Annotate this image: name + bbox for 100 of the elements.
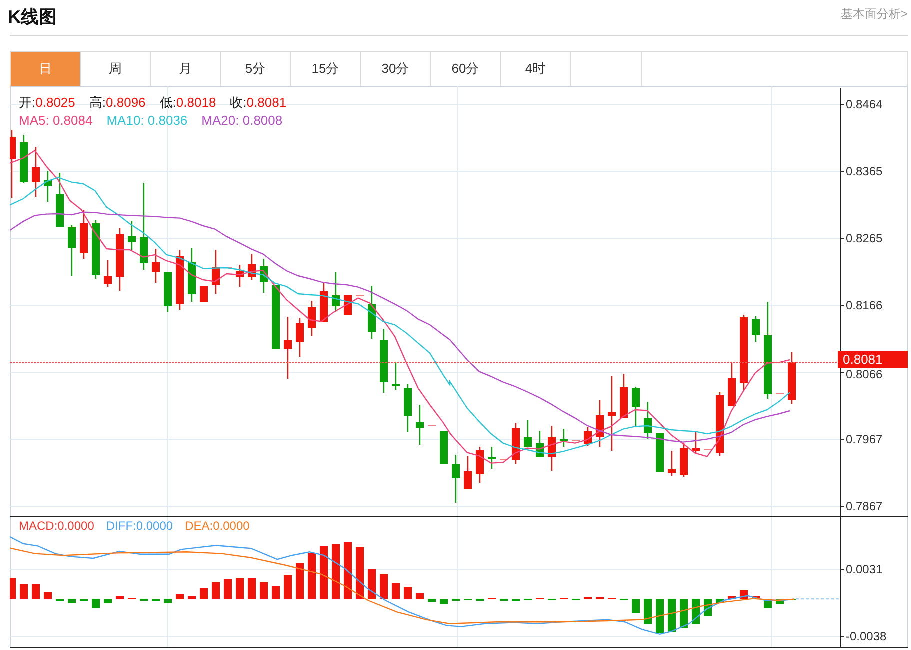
price-axis-label: 0.8365 <box>846 164 883 178</box>
macd-bar <box>584 597 592 600</box>
macd-bar <box>416 593 424 600</box>
candlestick <box>668 451 676 476</box>
candlestick <box>68 225 76 276</box>
candlestick <box>10 130 16 198</box>
candlestick <box>680 443 688 477</box>
macd-axis-label: 0.0031 <box>846 562 883 576</box>
macd-bar <box>236 578 244 600</box>
price-axis-label: 0.7967 <box>846 432 883 446</box>
macd-bar <box>308 553 316 600</box>
candlestick <box>200 286 208 302</box>
quote-label: 低: <box>160 95 176 110</box>
candlestick <box>512 423 520 464</box>
price-axis-label: 0.7867 <box>846 500 883 514</box>
candlestick <box>224 267 232 268</box>
quote-label: 高: <box>89 95 106 110</box>
macd-bar <box>728 596 736 600</box>
macd-legend-item: DIFF:0.0000 <box>106 518 174 534</box>
macd-bar <box>140 599 148 602</box>
current-price-label: 0.8081 <box>838 350 908 368</box>
macd-bar <box>152 599 160 602</box>
macd-bar <box>200 588 208 600</box>
candlestick <box>632 387 640 427</box>
candlestick <box>296 318 304 357</box>
candlestick <box>452 455 460 503</box>
candlestick <box>620 374 628 418</box>
candlestick <box>128 221 136 250</box>
macd-bar <box>476 599 484 602</box>
quote-label: 开: <box>19 95 36 110</box>
candlestick <box>716 392 724 456</box>
quote-label: 收: <box>230 95 247 110</box>
price-axis-label: 0.8265 <box>846 232 883 246</box>
macd-bar <box>452 599 460 602</box>
candlestick <box>152 249 160 283</box>
price-axis-label: 0.8066 <box>846 368 883 382</box>
candlestick <box>596 400 604 447</box>
macd-bar <box>296 563 304 600</box>
macd-bar <box>344 542 352 600</box>
zero-line <box>796 598 840 600</box>
macd-bar <box>176 594 184 600</box>
macd-bar <box>68 599 76 604</box>
candlestick <box>236 265 244 287</box>
macd-bar <box>404 587 412 600</box>
candlestick <box>428 425 436 426</box>
macd-bar <box>44 592 52 600</box>
candlestick <box>572 440 580 442</box>
candlestick <box>464 456 472 489</box>
macd-bar <box>716 599 724 604</box>
candlestick <box>320 283 328 322</box>
macd-bar <box>428 599 436 602</box>
macd-bar <box>104 599 112 604</box>
candlestick <box>20 135 28 183</box>
macd-bar <box>248 578 256 600</box>
macd-bar <box>272 586 280 600</box>
candlestick <box>308 301 316 336</box>
macd-bar <box>656 599 664 634</box>
candlestick <box>248 254 256 280</box>
macd-legend-item: MACD:0.0000 <box>19 518 94 534</box>
candlestick <box>284 317 292 379</box>
quote-value: 0.8018 <box>176 95 216 110</box>
macd-bar <box>224 579 232 600</box>
candlestick <box>104 260 112 287</box>
candlestick <box>440 431 448 464</box>
candlestick <box>728 363 736 406</box>
macd-bar <box>368 569 376 600</box>
candlestick <box>392 362 400 390</box>
candlestick <box>584 427 592 446</box>
macd-bar <box>644 599 652 624</box>
candlestick <box>188 248 196 302</box>
quote-value: 0.8081 <box>246 95 287 110</box>
macd-bar <box>164 599 172 604</box>
candlestick <box>788 352 796 404</box>
candlestick <box>548 426 556 471</box>
macd-bar <box>512 599 520 602</box>
candlestick <box>704 449 712 450</box>
candlestick <box>692 431 700 453</box>
candlestick <box>656 433 664 472</box>
macd-bar <box>596 597 604 600</box>
macd-bar <box>188 596 196 600</box>
macd-bar <box>80 599 88 602</box>
candlestick <box>536 431 544 457</box>
ma-legend-item: MA5: 0.8084 <box>19 113 93 129</box>
ma-legend-item: MA10: 0.8036 <box>106 113 188 129</box>
macd-bar <box>332 544 340 600</box>
quote-value: 0.8025 <box>36 95 76 110</box>
candlestick <box>212 250 220 294</box>
macd-bar <box>20 584 28 600</box>
macd-bar <box>320 546 328 600</box>
macd-bar <box>440 599 448 604</box>
candlestick <box>176 250 184 310</box>
candlestick <box>476 447 484 483</box>
candlestick <box>752 316 760 342</box>
candlestick <box>44 171 52 202</box>
macd-bar <box>680 599 688 628</box>
macd-bar <box>32 584 40 600</box>
macd-bar <box>776 599 784 604</box>
candlestick <box>560 429 568 447</box>
candlestick <box>272 285 280 349</box>
macd-bar <box>500 599 508 602</box>
